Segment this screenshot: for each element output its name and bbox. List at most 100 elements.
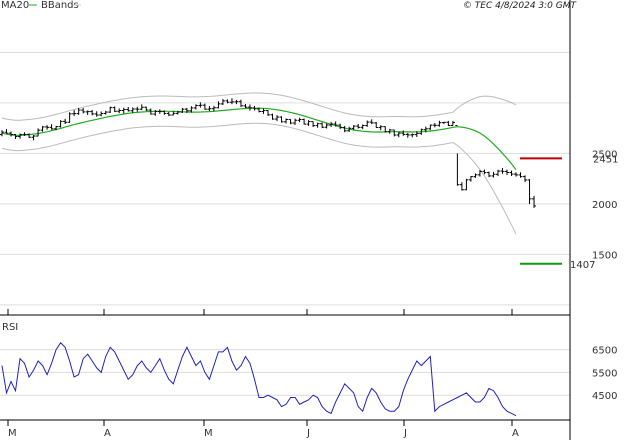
price-bar bbox=[455, 125, 460, 186]
price-bar bbox=[166, 111, 171, 117]
price-bar bbox=[81, 107, 86, 114]
price-bar bbox=[72, 110, 77, 117]
price-bar bbox=[85, 110, 90, 116]
rsi-line bbox=[1, 342, 517, 417]
price-bar bbox=[500, 167, 505, 174]
price-bar bbox=[428, 124, 433, 131]
support-label: 1407 bbox=[570, 260, 595, 271]
price-bar bbox=[288, 118, 293, 125]
price-bar bbox=[509, 170, 514, 176]
x-tick-label: A bbox=[104, 428, 111, 439]
price-bar bbox=[468, 176, 473, 182]
price-bar bbox=[275, 115, 280, 122]
bband-lower bbox=[1, 122, 517, 235]
price-bar bbox=[261, 108, 266, 114]
price-bar bbox=[459, 182, 464, 191]
price-bar bbox=[9, 131, 14, 137]
price-bar bbox=[284, 118, 289, 124]
price-bar bbox=[202, 103, 207, 110]
price-bar bbox=[139, 104, 144, 111]
price-bar bbox=[360, 124, 365, 130]
price-bar bbox=[342, 125, 347, 133]
price-bar bbox=[36, 128, 41, 137]
rsi-tick-label: 4500 bbox=[592, 391, 617, 402]
price-bar bbox=[157, 109, 162, 114]
price-bar bbox=[306, 120, 311, 126]
y-tick-label: 2000 bbox=[592, 200, 617, 211]
price-bar bbox=[356, 123, 361, 129]
price-bar bbox=[441, 121, 446, 124]
price-bar bbox=[108, 106, 113, 113]
price-bar bbox=[446, 120, 451, 127]
price-bar bbox=[514, 172, 518, 177]
price-bar bbox=[67, 112, 72, 123]
price-bar bbox=[365, 120, 370, 127]
price-bar bbox=[378, 125, 383, 131]
rsi-tick-label: 6500 bbox=[592, 346, 617, 357]
price-bar bbox=[374, 121, 379, 129]
price-bar bbox=[311, 121, 316, 128]
price-bar bbox=[302, 118, 307, 125]
price-bar bbox=[432, 122, 437, 128]
price-bar bbox=[532, 195, 537, 208]
price-bar bbox=[491, 171, 496, 178]
x-tick-label: M bbox=[204, 428, 213, 439]
price-bar bbox=[94, 111, 99, 117]
price-bar bbox=[216, 101, 221, 109]
price-bar bbox=[495, 169, 500, 177]
y-tick-label: 1500 bbox=[592, 250, 617, 261]
legend-ma20: MA20 bbox=[1, 0, 29, 11]
price-bar bbox=[523, 175, 528, 183]
price-bar bbox=[4, 129, 9, 134]
price-bar bbox=[211, 105, 216, 112]
price-bar bbox=[369, 119, 374, 125]
price-bar bbox=[243, 104, 248, 109]
price-bar bbox=[45, 125, 50, 130]
price-bar bbox=[63, 118, 68, 125]
price-bar bbox=[324, 123, 329, 129]
price-bar bbox=[135, 106, 140, 112]
x-tick-label: J bbox=[306, 428, 310, 439]
price-bar bbox=[49, 124, 54, 130]
y-tick-label: 2500 bbox=[592, 149, 617, 160]
rsi-layer bbox=[1, 342, 517, 417]
main-grid bbox=[0, 51, 570, 306]
price-bar bbox=[477, 170, 482, 177]
price-bar bbox=[103, 110, 108, 115]
price-bar bbox=[270, 113, 275, 120]
price-bar bbox=[234, 99, 239, 105]
price-bar bbox=[121, 107, 126, 114]
price-bar bbox=[450, 120, 455, 127]
price-bar bbox=[279, 116, 284, 123]
legend: MA20 BBands bbox=[1, 0, 81, 11]
price-bar bbox=[126, 106, 131, 112]
price-bar bbox=[247, 104, 252, 111]
bband-upper bbox=[1, 92, 517, 121]
axis-layer: 2500 2000 1500 6500 5500 4500 M A M J J A bbox=[0, 0, 617, 440]
price-bar bbox=[504, 169, 509, 176]
price-bar bbox=[99, 111, 104, 117]
price-bar bbox=[410, 133, 415, 138]
price-bar bbox=[297, 117, 302, 123]
x-tick-label: M bbox=[8, 428, 17, 439]
price-bar bbox=[40, 125, 45, 132]
copyright-text: © TEC 4/8/2024 3:0 GMT bbox=[463, 1, 578, 11]
price-bar bbox=[315, 122, 320, 128]
price-bar bbox=[266, 110, 271, 116]
price-bar bbox=[473, 173, 478, 178]
price-bar bbox=[31, 135, 36, 141]
price-bar bbox=[58, 120, 63, 128]
rsi-label: RSI bbox=[2, 322, 18, 333]
price-bar bbox=[405, 132, 410, 138]
price-bar bbox=[207, 106, 212, 111]
price-bar bbox=[18, 133, 23, 139]
price-bar bbox=[220, 98, 225, 105]
x-tick-label: J bbox=[403, 428, 407, 439]
price-bar bbox=[144, 106, 149, 111]
price-bar bbox=[527, 179, 532, 205]
price-bar bbox=[112, 106, 117, 112]
price-bar bbox=[518, 172, 523, 178]
price-bar bbox=[392, 129, 397, 137]
price-bar bbox=[437, 120, 442, 127]
price-bar bbox=[486, 171, 491, 178]
